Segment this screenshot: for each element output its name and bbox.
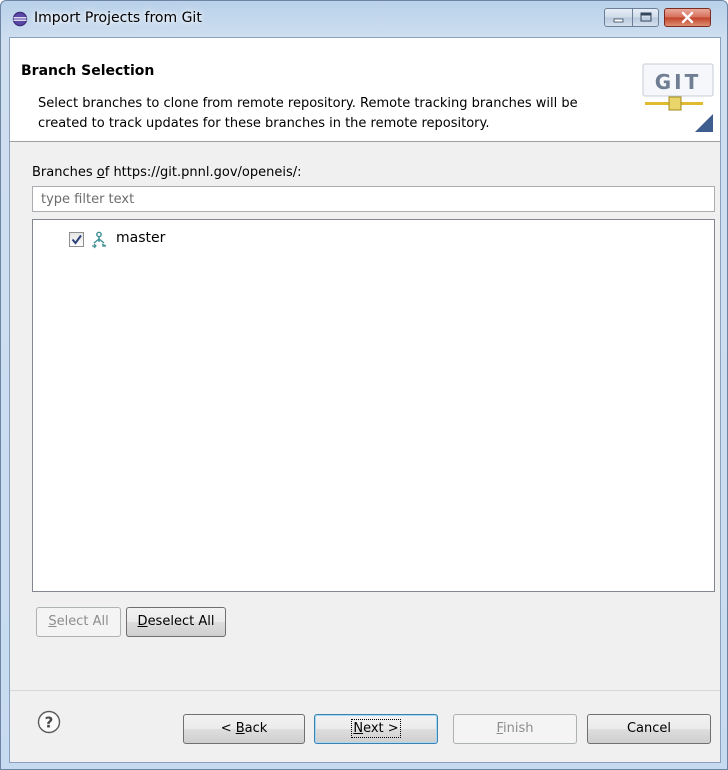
page-description: Select branches to clone from remote rep…	[38, 96, 578, 131]
deselect-all-button[interactable]: Deselect All	[126, 607, 226, 637]
maximize-button[interactable]	[632, 8, 659, 27]
filter-input[interactable]	[32, 186, 715, 212]
help-icon[interactable]: ?	[37, 710, 61, 734]
back-button[interactable]: < Back	[183, 714, 305, 744]
dialog-window: Import Projects from Git Branch Selectio…	[0, 0, 728, 770]
maximize-icon	[640, 12, 652, 22]
page-title: Branch Selection	[21, 63, 155, 79]
dialog-client-area: Branch Selection Select branches to clon…	[9, 37, 721, 763]
footer-divider	[10, 690, 720, 691]
close-icon	[681, 11, 694, 24]
branch-icon	[92, 231, 107, 249]
branch-checkbox[interactable]	[69, 232, 84, 247]
cancel-button[interactable]: Cancel	[587, 714, 711, 744]
git-logo-icon: GIT	[642, 63, 714, 132]
next-focus-label: Next >	[351, 719, 401, 738]
branch-label: master	[116, 230, 166, 246]
next-button[interactable]: Next >	[314, 714, 438, 744]
checkmark-icon	[71, 234, 82, 245]
branches-tree[interactable]: master	[32, 219, 715, 592]
minimize-icon	[613, 18, 624, 23]
minimize-button[interactable]	[604, 8, 633, 27]
title-bar[interactable]: Import Projects from Git	[1, 1, 727, 37]
eclipse-icon	[12, 11, 28, 27]
wizard-banner: Branch Selection Select branches to clon…	[10, 38, 720, 142]
svg-text:?: ?	[45, 714, 54, 732]
close-button[interactable]	[664, 8, 711, 27]
git-logo-text: GIT	[655, 70, 702, 94]
finish-button[interactable]: Finish	[453, 714, 577, 744]
select-all-button[interactable]: Select All	[36, 607, 121, 637]
branches-label: Branches of https://git.pnnl.gov/openeis…	[32, 165, 302, 180]
window-title: Import Projects from Git	[34, 10, 202, 26]
